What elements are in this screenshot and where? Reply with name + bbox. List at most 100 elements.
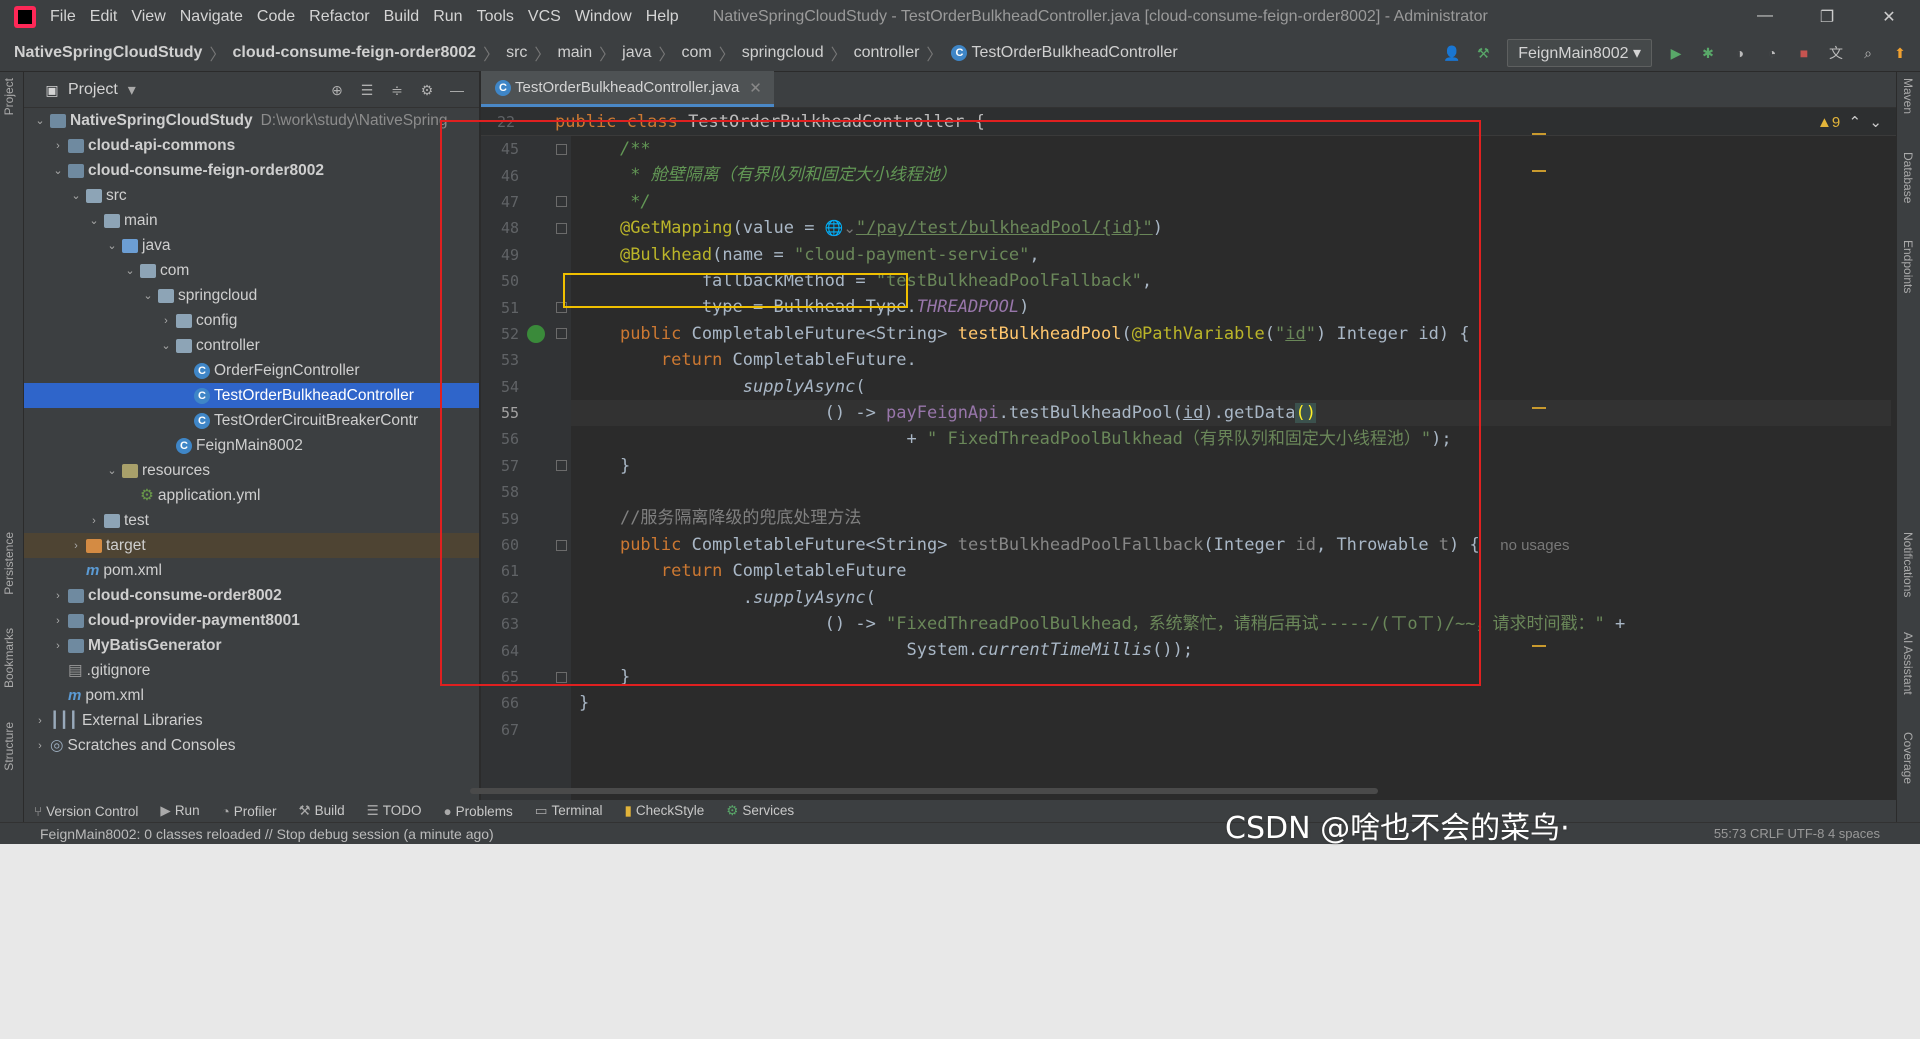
tree-node[interactable]: C TestOrderBulkheadController	[24, 383, 479, 408]
gutter-line[interactable]: 62	[481, 585, 571, 611]
structure-tool-tab[interactable]: Structure	[2, 722, 16, 771]
spring-endpoint-icon[interactable]	[527, 324, 545, 343]
breadcrumb-class[interactable]: TestOrderBulkheadController	[971, 44, 1177, 62]
warnings-indicator[interactable]: ▲9 ⌃ ⌄	[1817, 113, 1896, 131]
ai-assistant-tool-tab[interactable]: AI Assistant	[1901, 632, 1915, 695]
breadcrumb-com[interactable]: com	[682, 44, 712, 62]
tree-node[interactable]: › ┃┃┃ External Libraries	[24, 708, 479, 733]
menu-run[interactable]: Run	[433, 8, 462, 26]
tree-node[interactable]: C TestOrderCircuitBreakerContr	[24, 408, 479, 433]
chevron-down-icon[interactable]: ⌄	[68, 189, 84, 202]
gutter-line[interactable]: 58	[481, 479, 571, 505]
services-tab[interactable]: ⚙ Services	[726, 803, 794, 819]
warning-marker[interactable]	[1532, 170, 1546, 172]
tree-node[interactable]: › cloud-api-commons	[24, 133, 479, 158]
chevron-right-icon[interactable]: ›	[50, 615, 66, 627]
breadcrumb-module[interactable]: cloud-consume-feign-order8002	[232, 44, 476, 62]
todo-tab[interactable]: ☰ TODO	[367, 803, 422, 819]
endpoints-tool-tab[interactable]: Endpoints	[1901, 240, 1915, 293]
database-tool-tab[interactable]: Database	[1901, 152, 1915, 203]
menu-tools[interactable]: Tools	[477, 8, 514, 26]
menu-edit[interactable]: Edit	[90, 8, 118, 26]
tree-node[interactable]: › cloud-provider-payment8001	[24, 608, 479, 633]
gutter-line[interactable]: 51	[481, 294, 571, 320]
menu-help[interactable]: Help	[646, 8, 679, 26]
menu-build[interactable]: Build	[384, 8, 420, 26]
search-icon[interactable]: ⌕	[1860, 45, 1876, 61]
gutter-line[interactable]: 53	[481, 347, 571, 373]
tree-node[interactable]: › test	[24, 508, 479, 533]
version-control-tab[interactable]: ⑂ Version Control	[34, 804, 138, 819]
gutter-line[interactable]: 50	[481, 268, 571, 294]
horizontal-scrollbar[interactable]	[470, 788, 1378, 794]
fold-marker-icon[interactable]	[556, 460, 567, 472]
stop-icon[interactable]: ■	[1796, 45, 1812, 61]
status-message[interactable]: FeignMain8002: 0 classes reloaded // Sto…	[40, 826, 494, 842]
close-tab-icon[interactable]: ✕	[749, 79, 762, 97]
persistence-tool-tab[interactable]: Persistence	[2, 532, 16, 595]
checkstyle-tab[interactable]: ▮ CheckStyle	[624, 803, 704, 819]
chevron-right-icon[interactable]: ›	[158, 315, 174, 327]
close-icon[interactable]: ✕	[1858, 7, 1920, 27]
gutter-line[interactable]: 66	[481, 690, 571, 716]
status-right-info[interactable]: 55:73 CRLF UTF-8 4 spaces	[1714, 826, 1920, 841]
gutter-line[interactable]: 60	[481, 532, 571, 558]
tree-node[interactable]: ⌄ resources	[24, 458, 479, 483]
menu-vcs[interactable]: VCS	[528, 8, 561, 26]
gear-icon[interactable]: ⚙	[419, 82, 435, 98]
chevron-down-icon[interactable]: ⌄	[32, 114, 48, 127]
profiler-tab[interactable]: ◔ Profiler	[222, 804, 277, 819]
translate-icon[interactable]: 文	[1828, 45, 1844, 61]
coverage-tool-tab[interactable]: Coverage	[1901, 732, 1915, 784]
breadcrumb-src[interactable]: src	[506, 44, 527, 62]
gutter-line[interactable]: 61	[481, 558, 571, 584]
chevron-down-icon[interactable]: ⌄	[104, 464, 120, 477]
gutter-line[interactable]: 54	[481, 374, 571, 400]
warning-marker[interactable]	[1532, 133, 1546, 135]
fold-marker-icon[interactable]	[556, 143, 567, 155]
tree-node[interactable]: ⌄ cloud-consume-feign-order8002	[24, 158, 479, 183]
breadcrumb-main[interactable]: main	[557, 44, 592, 62]
tree-node[interactable]: › cloud-consume-order8002	[24, 583, 479, 608]
fold-marker-icon[interactable]	[556, 671, 567, 683]
breadcrumb-java[interactable]: java	[622, 44, 651, 62]
tree-node[interactable]: › target	[24, 533, 479, 558]
gutter-line[interactable]: 48	[481, 215, 571, 241]
menu-view[interactable]: View	[131, 8, 165, 26]
tree-node[interactable]: › MyBatisGenerator	[24, 633, 479, 658]
fold-marker-icon[interactable]	[556, 328, 567, 340]
hide-icon[interactable]: —	[449, 82, 465, 98]
sticky-header-line[interactable]: 22 public class TestOrderBulkheadControl…	[481, 108, 1896, 136]
locate-icon[interactable]: ⊕	[329, 82, 345, 98]
tree-node[interactable]: ⌄ springcloud	[24, 283, 479, 308]
tree-node[interactable]: C OrderFeignController	[24, 358, 479, 383]
chevron-right-icon[interactable]: ›	[50, 590, 66, 602]
menu-refactor[interactable]: Refactor	[309, 8, 369, 26]
restore-icon[interactable]: ❐	[1796, 7, 1858, 27]
gutter-line[interactable]: 64	[481, 637, 571, 663]
project-panel-title[interactable]: Project	[68, 81, 118, 99]
update-icon[interactable]: ⬆	[1892, 45, 1908, 61]
gutter-line[interactable]: 57	[481, 453, 571, 479]
gutter-line[interactable]: 65	[481, 664, 571, 690]
chevron-down-icon[interactable]: ⌄	[122, 264, 138, 277]
chevron-down-icon[interactable]: ⌄	[104, 239, 120, 252]
gutter-line[interactable]: 59	[481, 505, 571, 531]
minimize-icon[interactable]: —	[1734, 7, 1796, 27]
chevron-right-icon[interactable]: ›	[50, 640, 66, 652]
terminal-tab[interactable]: ▭ Terminal	[535, 803, 603, 819]
chevron-right-icon[interactable]: ›	[50, 140, 66, 152]
gutter-line[interactable]: 46	[481, 162, 571, 188]
chevron-right-icon[interactable]: ›	[32, 740, 48, 752]
run-tab[interactable]: ▶ Run	[160, 803, 199, 819]
tree-node[interactable]: ⚙ application.yml	[24, 483, 479, 508]
chevron-down-icon[interactable]: ⌄	[140, 289, 156, 302]
fold-marker-icon[interactable]	[556, 196, 567, 208]
fold-marker-icon[interactable]	[556, 222, 567, 234]
fold-marker-icon[interactable]	[556, 539, 567, 551]
build-tab[interactable]: ⚒ Build	[299, 803, 345, 819]
menu-window[interactable]: Window	[575, 8, 632, 26]
chevron-down-icon[interactable]: ⌄	[158, 339, 174, 352]
warning-marker[interactable]	[1532, 645, 1546, 647]
chevron-down-icon[interactable]: ⌄	[86, 214, 102, 227]
